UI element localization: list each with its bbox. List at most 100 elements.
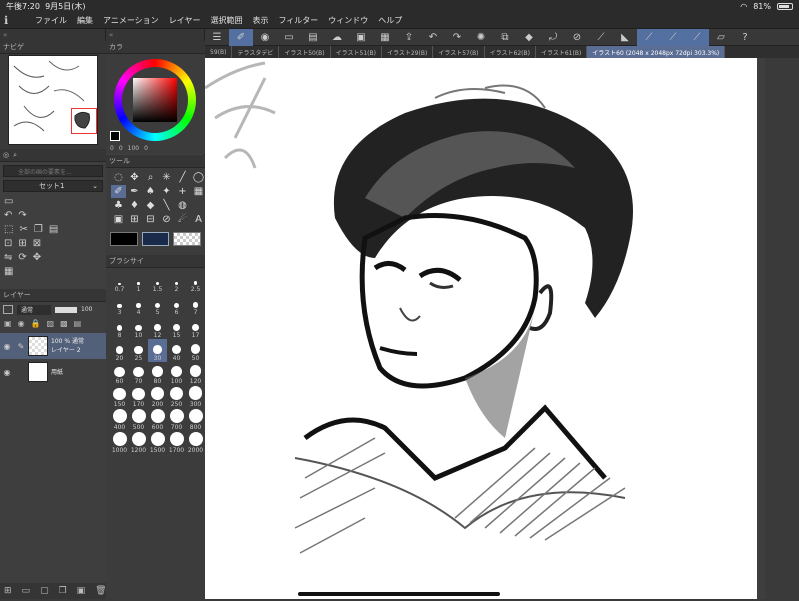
undo-icon[interactable]: ↶ (421, 29, 445, 46)
lasso-icon[interactable]: ◌ (111, 171, 126, 184)
frame-icon[interactable]: ▦ (4, 266, 13, 277)
mask-icon[interactable]: ▩ (60, 319, 68, 328)
brush-size-option[interactable]: 1200 (129, 431, 148, 454)
brush-icon[interactable]: ✐ (229, 28, 253, 46)
ruler-icon[interactable]: ▱ (709, 29, 733, 46)
tab-active-document[interactable]: イラスト60 (2048 x 2048px 72dpi 303.3%) (587, 46, 726, 58)
stroke-icon[interactable]: ⟋ (637, 28, 661, 46)
brush-size-option[interactable]: 80 (148, 362, 167, 385)
alpha-lock-icon[interactable]: ▨ (47, 319, 55, 328)
brush-tool-icon[interactable]: ✐ (111, 185, 126, 198)
fill-tool-icon[interactable]: ♦ (127, 199, 142, 212)
move-icon[interactable]: ✥ (33, 252, 41, 263)
brush-size-option[interactable]: 120 (186, 362, 205, 385)
tab-document[interactable]: イラスト57(B) (433, 46, 485, 58)
brush-size-option[interactable]: 400 (110, 408, 129, 431)
search-tab-icon[interactable]: ⌕ (13, 151, 17, 160)
comment-icon[interactable]: ▭ (4, 196, 13, 207)
decor-icon[interactable]: ✦ (159, 185, 174, 198)
move-tool-icon[interactable]: ✥ (127, 171, 142, 184)
brush-size-option[interactable]: 150 (110, 385, 129, 408)
ruler-tool-icon[interactable]: ⊞ (127, 213, 142, 226)
table-icon[interactable]: ⊟ (143, 213, 158, 226)
trash-icon[interactable]: 🗑 (95, 586, 106, 596)
brush-size-option[interactable]: 200 (148, 385, 167, 408)
tab-document[interactable]: イラスト61(B) (536, 46, 588, 58)
new-file-icon[interactable]: ▭ (277, 29, 301, 46)
mask-add-icon[interactable]: ▣ (77, 586, 86, 596)
tab-document[interactable]: イラスト50(B) (279, 46, 331, 58)
saturation-square[interactable] (133, 78, 177, 122)
undo-small-icon[interactable]: ↶ (4, 210, 12, 221)
redo-icon[interactable]: ↷ (445, 29, 469, 46)
blend-mode-select[interactable]: 通常 (17, 304, 51, 315)
menu-animation[interactable]: アニメーション (98, 15, 164, 26)
distort-icon[interactable]: ⊠ (33, 238, 41, 249)
paste-icon[interactable]: ▤ (49, 224, 58, 235)
brush-size-option[interactable]: 5 (148, 293, 167, 316)
brush-size-option[interactable]: 2000 (186, 431, 205, 454)
brush-size-option[interactable]: 2.5 (186, 270, 205, 293)
brush-size-option[interactable]: 600 (148, 408, 167, 431)
brush-size-option[interactable]: 15 (167, 316, 186, 339)
brush-size-option[interactable]: 70 (129, 362, 148, 385)
brush-size-option[interactable]: 500 (129, 408, 148, 431)
stroke-icon[interactable]: ◣ (613, 29, 637, 46)
set-select[interactable]: セット1 ⌄ (3, 180, 103, 192)
rotate-icon[interactable]: ⤾ (541, 29, 565, 46)
blend-tool-icon[interactable]: ♣ (111, 199, 126, 212)
eye-icon[interactable]: ◉ (0, 368, 14, 377)
opacity-slider[interactable] (55, 306, 77, 313)
crop-icon[interactable]: ⊘ (565, 29, 589, 46)
reference-icon[interactable]: ◉ (18, 319, 25, 328)
brush-size-option[interactable]: 170 (129, 385, 148, 408)
cloud-icon[interactable]: ☁ (325, 29, 349, 46)
export-icon[interactable]: ⇪ (397, 29, 421, 46)
app-logo-icon[interactable]: ℹ (4, 14, 18, 27)
blend-toggle[interactable] (3, 305, 13, 314)
select-icon[interactable]: ⬚ (4, 224, 13, 235)
speech-bubble-icon[interactable]: ◯ (191, 171, 206, 184)
help-icon[interactable]: ? (733, 29, 757, 46)
flip-icon[interactable]: ⇋ (4, 252, 12, 263)
brush-size-option[interactable]: 1 (129, 270, 148, 293)
sub-color-chip[interactable] (141, 232, 170, 246)
open-icon[interactable]: ▤ (301, 29, 325, 46)
tab-document[interactable]: 59(B) (205, 46, 233, 58)
brush-size-option[interactable]: 40 (167, 339, 186, 362)
clip-icon[interactable]: ▣ (4, 319, 12, 328)
pen-tool-icon[interactable]: ╱ (175, 171, 190, 184)
brush-size-option[interactable]: 700 (167, 408, 186, 431)
zoom-tool-icon[interactable]: ⌕ (143, 171, 158, 184)
menu-icon[interactable]: ☰ (205, 29, 229, 46)
brush-size-option[interactable]: 10 (129, 316, 148, 339)
text-icon[interactable]: A (191, 213, 206, 226)
brush-size-option[interactable]: 4 (129, 293, 148, 316)
tab-document[interactable]: イラスト29(B) (382, 46, 434, 58)
home-indicator[interactable] (298, 592, 500, 596)
subtool-tab-icon[interactable]: ◎ (3, 151, 9, 159)
save-icon[interactable]: ▣ (349, 29, 373, 46)
collapse-icon[interactable]: « (109, 31, 113, 39)
menu-view[interactable]: 表示 (247, 15, 273, 26)
brush-size-option[interactable]: 12 (148, 316, 167, 339)
brush-size-option[interactable]: 25 (129, 339, 148, 362)
brush-size-option[interactable]: 1000 (110, 431, 129, 454)
save-as-icon[interactable]: ▦ (373, 29, 397, 46)
copy-icon[interactable]: ❐ (34, 224, 43, 235)
main-color-chip[interactable] (110, 232, 138, 246)
redo-small-icon[interactable]: ↷ (18, 210, 26, 221)
menu-selection[interactable]: 選択範囲 (205, 15, 247, 26)
fill-icon[interactable]: ◆ (517, 29, 541, 46)
transparent-chip[interactable] (173, 232, 202, 246)
sparkle-icon[interactable]: ✳ (159, 171, 174, 184)
pen-nib-icon[interactable]: ✒ (127, 185, 142, 198)
layer-row[interactable]: ◉ ✎ 100 % 通常 レイヤー 2 (0, 333, 106, 359)
brush-size-option[interactable]: 30 (148, 339, 167, 362)
main-color-swatch[interactable] (110, 131, 120, 141)
lock-icon[interactable]: 🔒 (31, 319, 41, 328)
brush-size-option[interactable]: 50 (186, 339, 205, 362)
stroke-icon[interactable]: ⟋ (685, 28, 709, 46)
new-vector-layer-icon[interactable]: ▭ (22, 586, 31, 596)
duplicate-icon[interactable]: ❐ (59, 586, 67, 596)
